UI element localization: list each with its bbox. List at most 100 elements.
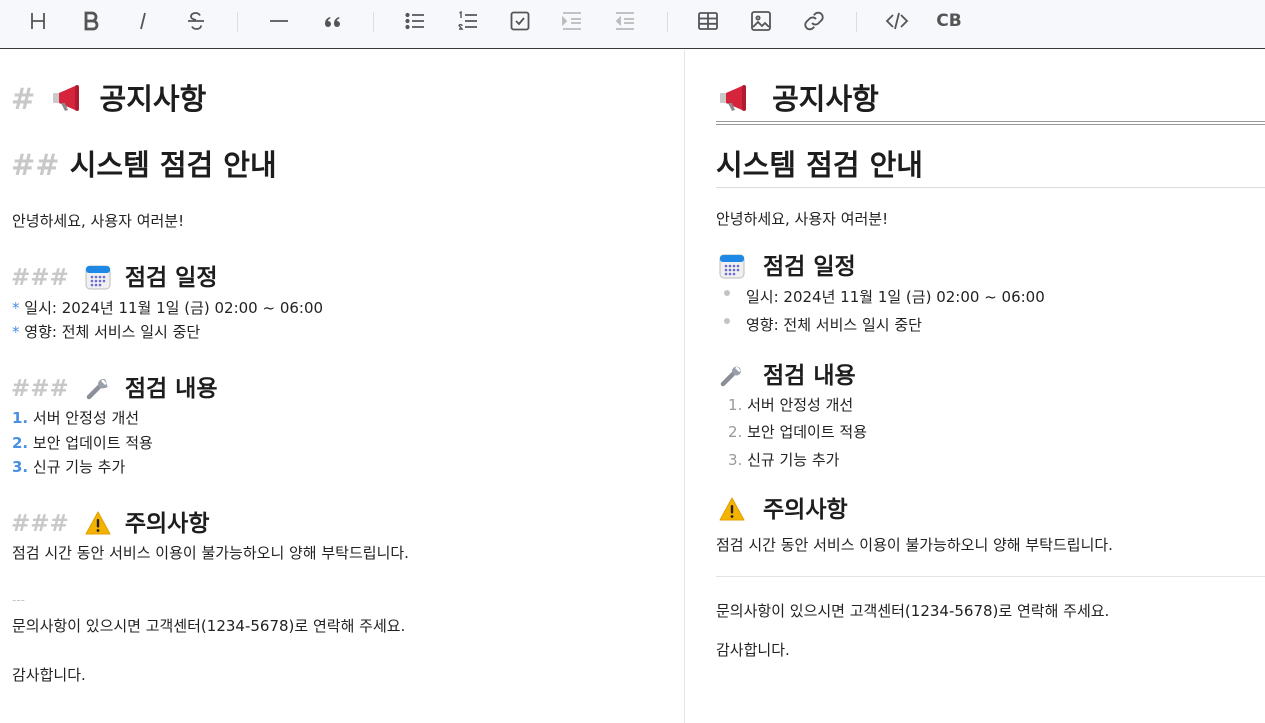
link-icon — [804, 11, 824, 31]
editor-hr-marker: --- — [12, 593, 25, 607]
bold-button[interactable] — [76, 6, 106, 36]
content-item-text: 서버 안정성 개선 — [747, 396, 854, 414]
editor-content-title: 점검 내용 — [124, 376, 218, 402]
bullet-dot — [724, 290, 730, 296]
horizontal-rule-icon — [270, 20, 288, 22]
bullet-list-icon — [405, 12, 424, 30]
preview-list-item: 3. 신규 기능 추가 — [728, 449, 839, 470]
italic-icon — [140, 12, 146, 30]
preview-greeting: 안녕하세요, 사용자 여러분! — [716, 210, 889, 228]
number-marker: 2. — [728, 423, 743, 441]
h2-underline — [716, 187, 1265, 188]
image-icon — [751, 11, 771, 31]
preview-schedule-title: 점검 일정 — [763, 254, 856, 280]
editor-h2-line: ## 시스템 점검 안내 — [11, 142, 277, 184]
outdent-button[interactable] — [610, 6, 640, 36]
content-item-text: 서버 안정성 개선 — [32, 409, 140, 427]
warning-icon — [719, 496, 745, 522]
editor-thanks-text: 감사합니다. — [12, 666, 86, 684]
editor-schedule-title: 점검 일정 — [124, 265, 218, 291]
editor-h1-line: # 공지사항 — [11, 76, 206, 118]
table-button[interactable] — [693, 6, 723, 36]
content-item-text: 신규 기능 추가 — [747, 451, 840, 469]
h3-marker: ### — [11, 376, 69, 402]
warning-icon — [85, 510, 111, 536]
schedule-item-text: 일시: 2024년 11월 1일 (금) 02:00 ~ 06:00 — [24, 299, 324, 317]
code-block-button[interactable]: CB — [934, 6, 964, 36]
preview-notice-title: 주의사항 — [763, 497, 848, 523]
preview-list-item: 영향: 전체 서비스 일시 중단 — [746, 316, 922, 334]
preview-h2: 시스템 점검 안내 — [716, 148, 923, 182]
editor-h2-text: 시스템 점검 안내 — [69, 148, 277, 182]
h3-marker: ### — [11, 511, 69, 537]
quote-icon — [325, 17, 340, 27]
numbered-list-icon — [458, 10, 477, 30]
strikethrough-button[interactable] — [181, 6, 211, 36]
link-button[interactable] — [799, 6, 829, 36]
preview-schedule-heading: 점검 일정 — [719, 247, 856, 281]
markdown-editor[interactable]: # 공지사항 ## 시스템 점검 안내 안녕하세요, 사용자 여러분! ### … — [0, 50, 685, 723]
toolbar-separator — [856, 12, 857, 32]
indent-button[interactable] — [557, 6, 587, 36]
code-icon — [885, 12, 909, 30]
editor-list-item: * 영향: 전체 서비스 일시 중단 — [12, 321, 200, 342]
table-icon — [698, 12, 718, 30]
number-marker: 1. — [728, 396, 743, 414]
code-block-label: CB — [936, 11, 962, 31]
toolbar-separator — [237, 12, 238, 32]
preview-content-heading: 점검 내용 — [719, 356, 856, 390]
preview-notice-text: 점검 시간 동안 서비스 이용이 불가능하오니 양해 부탁드립니다. — [716, 536, 1113, 554]
h2-marker: ## — [11, 148, 60, 182]
editor-list-item: 1. 서버 안정성 개선 — [12, 407, 139, 428]
editor-list-item: 3. 신규 기능 추가 — [12, 456, 125, 477]
blockquote-button[interactable] — [317, 6, 347, 36]
indent-icon — [562, 12, 581, 30]
heading-icon — [31, 13, 45, 29]
preview-h1: 공지사항 — [718, 76, 879, 118]
toolbar-separator — [373, 12, 374, 32]
bullet-marker: * — [12, 299, 20, 317]
strikethrough-icon — [188, 12, 204, 30]
editor-toolbar: CB — [0, 0, 1265, 49]
content-item-text: 보안 업데이트 적용 — [32, 434, 153, 452]
preview-list-item: 1. 서버 안정성 개선 — [728, 394, 853, 415]
bullet-marker: * — [12, 323, 20, 341]
editor-h1-text: 공지사항 — [99, 82, 207, 116]
preview-h1-text: 공지사항 — [772, 82, 879, 116]
wrench-icon — [719, 362, 745, 388]
editor-notice-text: 점검 시간 동안 서비스 이용이 불가능하오니 양해 부탁드립니다. — [12, 544, 409, 562]
bold-icon — [84, 11, 99, 31]
number-marker: 3. — [728, 451, 743, 469]
task-list-button[interactable] — [505, 6, 535, 36]
editor-notice-title: 주의사항 — [124, 511, 210, 537]
editor-content-heading: ### 점검 내용 — [11, 369, 218, 403]
editor-list-item: * 일시: 2024년 11월 1일 (금) 02:00 ~ 06:00 — [12, 297, 323, 318]
horizontal-rule — [716, 576, 1265, 577]
image-button[interactable] — [746, 6, 776, 36]
outdent-icon — [615, 12, 634, 30]
bullet-dot — [724, 318, 730, 324]
preview-notice-heading: 주의사항 — [719, 490, 848, 524]
h3-marker: ### — [11, 265, 69, 291]
italic-button[interactable] — [128, 6, 158, 36]
number-marker: 2. — [12, 434, 29, 452]
calendar-icon — [719, 253, 745, 279]
h1-underline — [716, 121, 1265, 125]
numbered-list-button[interactable] — [453, 6, 483, 36]
number-marker: 3. — [12, 458, 29, 476]
bullet-list-button[interactable] — [400, 6, 430, 36]
editor-list-item: 2. 보안 업데이트 적용 — [12, 432, 153, 453]
preview-list-item: 일시: 2024년 11월 1일 (금) 02:00 ~ 06:00 — [746, 288, 1045, 306]
content-item-text: 신규 기능 추가 — [32, 458, 126, 476]
code-button[interactable] — [882, 6, 912, 36]
schedule-item-text: 영향: 전체 서비스 일시 중단 — [24, 323, 201, 341]
preview-thanks-text: 감사합니다. — [716, 641, 790, 659]
heading-button[interactable] — [23, 6, 53, 36]
h1-marker: # — [11, 82, 36, 116]
markdown-preview: 공지사항 시스템 점검 안내 안녕하세요, 사용자 여러분! 점검 일정 일시:… — [686, 50, 1265, 723]
preview-list-item: 2. 보안 업데이트 적용 — [728, 421, 867, 442]
editor-contact-text: 문의사항이 있으시면 고객센터(1234-5678)로 연락해 주세요. — [12, 617, 406, 635]
editor-notice-heading: ### 주의사항 — [11, 504, 210, 538]
preview-content-title: 점검 내용 — [763, 363, 856, 389]
horizontal-rule-button[interactable] — [264, 6, 294, 36]
